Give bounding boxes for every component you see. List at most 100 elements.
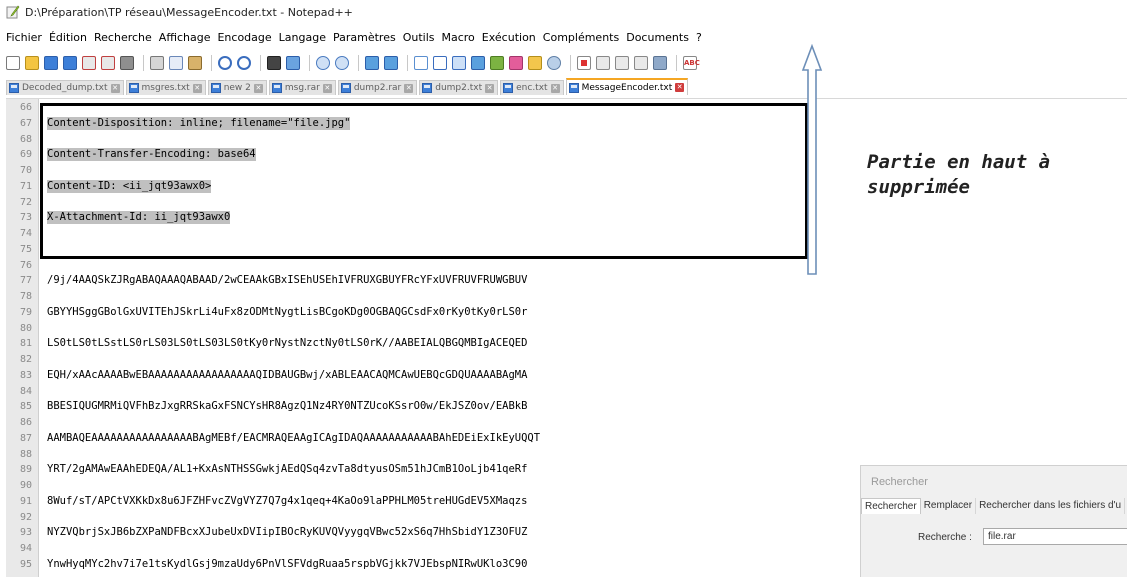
editor-line[interactable]: 86	[6, 416, 1127, 429]
function-list-icon[interactable]	[490, 56, 504, 70]
menu-affichage[interactable]: Affichage	[159, 31, 211, 47]
line-number: 71	[19, 180, 32, 192]
spellcheck-icon[interactable]: ABC	[683, 56, 700, 70]
editor-line[interactable]: 84	[6, 385, 1127, 398]
line-number: 67	[19, 117, 32, 129]
zoom-in-icon[interactable]	[316, 56, 330, 70]
redo-icon[interactable]	[237, 56, 251, 70]
play-macro-icon[interactable]	[615, 56, 629, 70]
line-text: LS0tLS0tLSstLS0rLS03LS0tLS03LS0tKy0rNyst…	[47, 337, 528, 350]
new-file-icon[interactable]	[6, 56, 20, 70]
cut-icon[interactable]	[150, 56, 164, 70]
tab-label: MessageEncoder.txt	[581, 82, 673, 93]
tab-close-icon[interactable]: ✕	[675, 83, 685, 92]
tab-decoded-dump[interactable]: Decoded_dump.txt ✕	[6, 80, 124, 95]
search-input[interactable]: file.rar	[983, 528, 1127, 545]
tab-dump2-rar[interactable]: dump2.rar ✕	[337, 80, 418, 95]
menu-outils[interactable]: Outils	[403, 31, 435, 47]
menu-complements[interactable]: Compléments	[543, 31, 619, 47]
line-number: 75	[19, 243, 32, 255]
tab-dump2-txt[interactable]: dump2.txt ✕	[419, 80, 499, 95]
monitoring-icon[interactable]	[528, 56, 542, 70]
tab-msg-rar[interactable]: msg.rar ✕	[268, 80, 336, 95]
line-number: 86	[19, 417, 32, 428]
tab-message-encoder[interactable]: MessageEncoder.txt ✕	[565, 78, 689, 95]
line-number: 83	[19, 369, 32, 381]
sync-vertical-icon[interactable]	[365, 56, 379, 70]
tab-rechercher[interactable]: Rechercher	[861, 498, 921, 514]
indent-guide-icon[interactable]	[452, 56, 466, 70]
menu-edition[interactable]: Édition	[49, 31, 87, 47]
paste-icon[interactable]	[188, 56, 202, 70]
find-dialog-tabs: Rechercher Remplacer Rechercher dans les…	[861, 498, 1126, 514]
editor-line[interactable]: 76	[6, 259, 1127, 272]
doc-switcher-icon[interactable]	[547, 56, 561, 70]
menu-documents[interactable]: Documents	[626, 31, 689, 47]
window-title: D:\Préparation\TP réseau\MessageEncoder.…	[25, 6, 353, 19]
toolbar-separator	[570, 55, 571, 71]
copy-icon[interactable]	[169, 56, 183, 70]
menu-macro[interactable]: Macro	[442, 31, 475, 47]
tab-close-icon[interactable]: ✕	[485, 83, 495, 93]
tab-label: msg.rar	[284, 83, 320, 93]
tab-enc-txt[interactable]: enc.txt ✕	[500, 80, 564, 95]
stop-record-icon[interactable]	[596, 56, 610, 70]
menu-parametres[interactable]: Paramètres	[333, 31, 396, 47]
toolbar-separator	[676, 55, 677, 71]
line-number: 95	[19, 558, 32, 570]
tab-msgres[interactable]: msgres.txt ✕	[125, 80, 206, 95]
sync-horizontal-icon[interactable]	[384, 56, 398, 70]
save-all-icon[interactable]	[63, 56, 77, 70]
editor-line[interactable]: 87 AAMBAQEAAAAAAAAAAAAAAAABAgMEBf/EACMRAQ…	[6, 432, 1127, 445]
editor-line[interactable]: 78	[6, 290, 1127, 303]
editor-line[interactable]: 83 EQH/xAAcAAAABwEBAAAAAAAAAAAAAAAAAQIDBA…	[6, 369, 1127, 382]
save-icon[interactable]	[44, 56, 58, 70]
line-number: 74	[19, 228, 32, 239]
tab-close-icon[interactable]: ✕	[192, 83, 202, 93]
editor-line[interactable]: 81 LS0tLS0tLSstLS0rLS03LS0tLS03LS0tKy0rNy…	[6, 337, 1127, 350]
replace-icon[interactable]	[286, 56, 300, 70]
menu-langage[interactable]: Langage	[279, 31, 326, 47]
tab-close-icon[interactable]: ✕	[550, 83, 560, 93]
editor-line[interactable]: 77/9j/4AAQSkZJRgABAQAAAQABAAD/2wCEAAkGBx…	[6, 274, 1127, 287]
tab-new-2[interactable]: new 2 ✕	[207, 80, 267, 95]
editor-line[interactable]: 85 BBESIQUGMRMiQVFhBzJxgRRSkaGxFSNCYsHR8A…	[6, 400, 1127, 413]
line-text: GBYYHSggGBolGxUVITEhJSkrLi4uFx8zODMtNygt…	[47, 305, 528, 318]
menu-encodage[interactable]: Encodage	[217, 31, 271, 47]
word-wrap-icon[interactable]	[414, 56, 428, 70]
doc-map-icon[interactable]	[471, 56, 485, 70]
menu-recherche[interactable]: Recherche	[94, 31, 152, 47]
menu-bar: Fichier Édition Recherche Affichage Enco…	[0, 31, 702, 47]
tab-remplacer[interactable]: Remplacer	[921, 498, 977, 514]
find-icon[interactable]	[267, 56, 281, 70]
line-number: 81	[19, 338, 32, 350]
tab-close-icon[interactable]: ✕	[253, 83, 263, 93]
editor-line[interactable]: 79 GBYYHSggGBolGxUVITEhJSkrLi4uFx8zODMtNy…	[6, 306, 1127, 319]
editor-line[interactable]: 82	[6, 353, 1127, 366]
tab-close-icon[interactable]: ✕	[404, 83, 414, 93]
run-macro-multiple-icon[interactable]	[634, 56, 648, 70]
close-all-icon[interactable]	[101, 56, 115, 70]
menu-help[interactable]: ?	[696, 31, 702, 47]
line-number: 69	[19, 149, 32, 161]
zoom-out-icon[interactable]	[335, 56, 349, 70]
tab-rechercher-fichiers[interactable]: Rechercher dans les fichiers d'u	[976, 498, 1126, 514]
editor-line[interactable]: 88	[6, 448, 1127, 461]
tab-save-icon	[340, 83, 351, 93]
line-number: 73	[19, 212, 32, 224]
toolbar-separator	[309, 55, 310, 71]
record-macro-icon[interactable]	[577, 56, 591, 70]
print-icon[interactable]	[120, 56, 134, 70]
tab-close-icon[interactable]: ✕	[322, 83, 332, 93]
show-all-chars-icon[interactable]	[433, 56, 447, 70]
close-icon[interactable]	[82, 56, 96, 70]
open-file-icon[interactable]	[25, 56, 39, 70]
menu-fichier[interactable]: Fichier	[6, 31, 42, 47]
undo-icon[interactable]	[218, 56, 232, 70]
save-macro-icon[interactable]	[653, 56, 667, 70]
editor-line[interactable]: 80	[6, 322, 1127, 335]
line-number: 87	[19, 432, 32, 444]
tab-close-icon[interactable]: ✕	[110, 83, 120, 93]
folder-workspace-icon[interactable]	[509, 56, 523, 70]
menu-execution[interactable]: Exécution	[482, 31, 536, 47]
